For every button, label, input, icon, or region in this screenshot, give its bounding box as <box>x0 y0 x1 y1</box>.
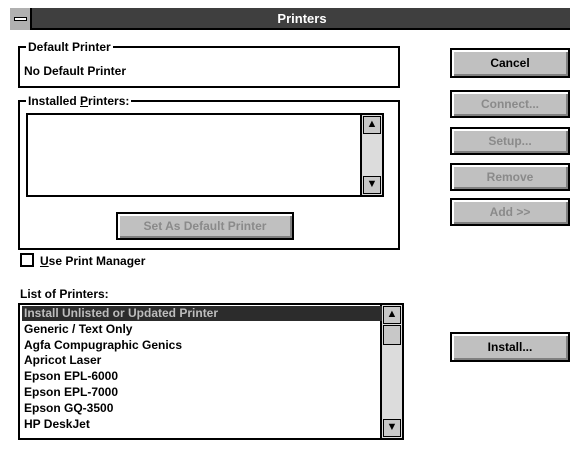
setup-button[interactable]: Setup... <box>450 127 570 155</box>
set-default-printer-button[interactable]: Set As Default Printer <box>116 212 294 240</box>
installed-printers-label-mnemonic: P <box>80 94 89 108</box>
scroll-up-icon[interactable]: ▲ <box>383 306 401 324</box>
use-print-manager-mnemonic: U <box>40 254 49 268</box>
list-of-printers-label: List of Printers: <box>20 287 109 301</box>
list-item[interactable]: Agfa Compugraphic Genics <box>22 338 382 353</box>
install-button[interactable]: Install... <box>450 332 570 362</box>
installed-printers-label-suffix: rinters: <box>88 94 130 108</box>
window-title: Printers <box>277 11 327 26</box>
scroll-down-icon[interactable]: ▼ <box>363 176 381 194</box>
list-of-printers[interactable]: ▲ ▼ Install Unlisted or Updated Printer G… <box>18 303 404 440</box>
use-print-manager-label[interactable]: Use Print Manager <box>40 253 145 269</box>
scroll-down-icon[interactable]: ▼ <box>383 419 401 437</box>
default-printer-label: Default Printer <box>26 40 113 54</box>
scroll-thumb[interactable] <box>383 325 401 345</box>
scroll-up-icon[interactable]: ▲ <box>363 116 381 134</box>
list-item[interactable]: Apricot Laser <box>22 353 382 368</box>
use-print-manager-text: se Print Manager <box>48 254 146 268</box>
list-of-printers-scrollbar[interactable]: ▲ ▼ <box>380 305 402 438</box>
list-item[interactable]: Epson EPL-6000 <box>22 369 382 384</box>
use-print-manager-checkbox[interactable] <box>20 253 34 267</box>
list-item[interactable]: Install Unlisted or Updated Printer <box>22 306 382 321</box>
default-printer-value: No Default Printer <box>24 64 127 78</box>
remove-button[interactable]: Remove <box>450 163 570 191</box>
system-menu-icon[interactable] <box>10 8 32 30</box>
list-item[interactable]: Epson GQ-3500 <box>22 401 382 416</box>
list-item[interactable]: Epson EPL-7000 <box>22 385 382 400</box>
installed-printers-list[interactable]: ▲ ▼ <box>26 113 384 197</box>
installed-printers-label: Installed Printers: <box>26 94 132 108</box>
add-button[interactable]: Add >> <box>450 198 570 226</box>
list-item[interactable]: Generic / Text Only <box>22 322 382 337</box>
installed-printers-label-prefix: Installed <box>28 94 81 108</box>
cancel-button[interactable]: Cancel <box>450 48 570 78</box>
connect-button[interactable]: Connect... <box>450 90 570 118</box>
list-item[interactable]: HP DeskJet <box>22 417 382 432</box>
installed-printers-scrollbar[interactable]: ▲ ▼ <box>360 115 382 195</box>
